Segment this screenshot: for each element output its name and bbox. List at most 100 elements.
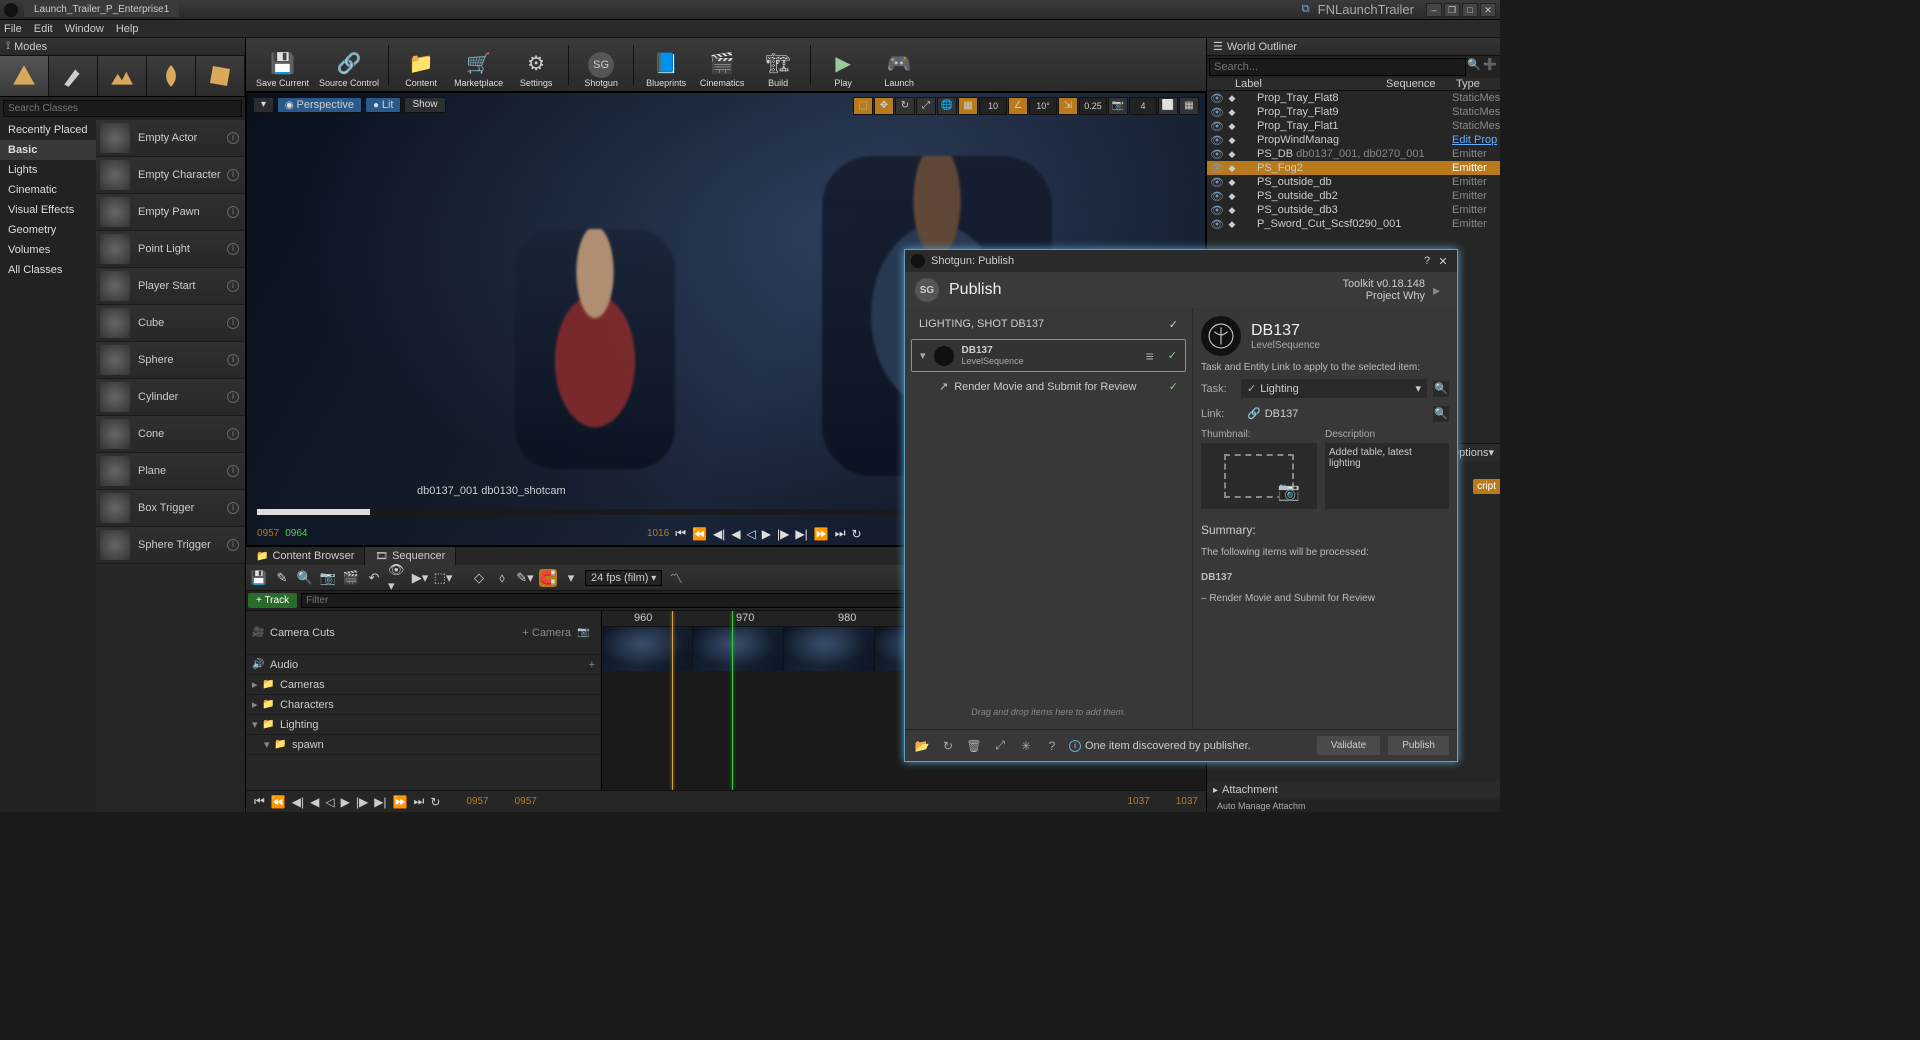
reverse-icon[interactable]: ◁ [747,527,756,541]
angle-snap-icon[interactable]: ∠ [1008,97,1028,115]
pin-icon[interactable]: ⟟ [6,40,10,53]
fps-dropdown[interactable]: 24 fps (film) ▾ [585,570,662,586]
save-sequence-icon[interactable]: 💾 [250,569,268,587]
geometry-mode-tab[interactable] [196,56,245,96]
prev-key-icon[interactable]: ◀| [713,527,725,541]
place-item[interactable]: Spherei [96,342,245,379]
place-item[interactable]: Empty Characteri [96,157,245,194]
add-icon[interactable]: + [589,659,595,671]
lit-dropdown[interactable]: ● Lit [365,97,401,113]
foliage-mode-tab[interactable] [147,56,196,96]
goto-end-icon[interactable]: ⏭ [414,794,425,809]
outliner-row[interactable]: 👁 ◆ PS_outside_db2 Emitter [1207,189,1500,203]
cat-basic[interactable]: Basic [0,140,96,160]
menu-help[interactable]: Help [116,23,139,35]
place-item[interactable]: Cubei [96,305,245,342]
viewport-menu[interactable]: ▾ [253,97,274,113]
place-item[interactable]: Box Triggeri [96,490,245,527]
step-fwd-icon[interactable]: ⏩ [814,527,829,541]
visibility-icon[interactable]: 👁 [1209,162,1225,175]
key-all-icon[interactable]: ◇ [470,569,488,587]
info-icon[interactable]: i [227,391,239,403]
snap-options-icon[interactable]: ▾ [562,569,580,587]
next-frame-icon[interactable]: |▶ [356,795,368,809]
marketplace-button[interactable]: 🛒Marketplace [450,40,507,90]
track-folder-lighting[interactable]: ▾📁Lighting [246,715,601,735]
cat-all-classes[interactable]: All Classes [0,260,96,280]
validate-button[interactable]: Validate [1317,736,1380,755]
drop-zone[interactable]: Drag and drop items here to add them. [911,701,1186,723]
close-button[interactable]: ✕ [1435,255,1451,268]
scale-size[interactable]: 0.25 [1079,97,1107,115]
viewport-layout-icon[interactable]: ▦ [1179,97,1199,115]
goto-start-icon[interactable]: ⏮ [675,526,686,541]
tab-content-browser[interactable]: 📁 Content Browser [246,547,365,565]
cinematics-button[interactable]: 🎬Cinematics [695,40,749,90]
level-tab[interactable]: Launch_Trailer_P_Enterprise1 [24,2,179,17]
outliner-row[interactable]: 👁 ◆ Prop_Tray_Flat1 StaticMesh [1207,119,1500,133]
place-item[interactable]: Point Lighti [96,231,245,268]
info-icon[interactable]: i [227,206,239,218]
col-sequence[interactable]: Sequence [1386,78,1456,90]
visibility-icon[interactable]: 👁 [1209,134,1225,147]
search-icon[interactable]: 🔍 [1433,381,1449,397]
place-item[interactable]: Planei [96,453,245,490]
reverse-icon[interactable]: ◁ [325,795,334,809]
next-key-icon[interactable]: ▶| [374,795,386,809]
track-audio[interactable]: 🔊Audio+ [246,655,601,675]
track-folder-spawn[interactable]: ▾📁spawn [246,735,601,755]
link-field[interactable]: 🔗DB137 [1241,404,1427,423]
outliner-row[interactable]: 👁 ◆ PS_outside_db Emitter [1207,175,1500,189]
place-item[interactable]: Cylinderi [96,379,245,416]
browse-icon[interactable]: 📂 [913,737,931,755]
info-icon[interactable]: i [227,317,239,329]
add-camera-button[interactable]: + Camera [522,627,571,639]
next-key-icon[interactable]: ▶| [795,527,807,541]
place-item[interactable]: Empty Actori [96,120,245,157]
visibility-icon[interactable]: 👁 [1209,92,1225,105]
search-icon[interactable]: 🔍 [1466,58,1482,76]
info-icon[interactable]: i [227,280,239,292]
find-in-cb-icon[interactable]: ✎ [273,569,291,587]
view-options-icon[interactable]: 👁▾ [388,569,406,587]
search-icon[interactable]: 🔍 [296,569,314,587]
menu-edit[interactable]: Edit [34,23,53,35]
step-back-icon[interactable]: ⏪ [692,527,707,541]
delete-icon[interactable]: 🗑 [965,737,983,755]
perspective-dropdown[interactable]: ◉ Perspective [277,97,362,113]
track-folder-characters[interactable]: ▸📁Characters [246,695,601,715]
visibility-icon[interactable]: 👁 [1209,106,1225,119]
expand-icon[interactable]: ▾ [920,349,926,362]
render-movie-icon[interactable]: 📷 [319,569,337,587]
scale-snap-icon[interactable]: ⇲ [1058,97,1078,115]
camera-speed[interactable]: 4 [1129,97,1157,115]
info-icon[interactable]: i [227,169,239,181]
refresh-icon[interactable]: ↻ [939,737,957,755]
close-button[interactable]: ✕ [1480,3,1496,17]
settings-button[interactable]: ⚙Settings [509,40,563,90]
place-item[interactable]: Empty Pawni [96,194,245,231]
loop-icon[interactable]: ↻ [430,795,440,809]
menu-window[interactable]: Window [65,23,104,35]
undo-icon[interactable]: ↶ [365,569,383,587]
publish-item[interactable]: ▾ DB137 LevelSequence ≡ ✓ [911,339,1186,372]
scale-mode-icon[interactable]: ⤢ [916,97,936,115]
outliner-row[interactable]: 👁 ◆ PropWindManag Edit Prop [1207,133,1500,147]
tab-sequencer[interactable]: 🎞 Sequencer [365,547,456,565]
playback-options-icon[interactable]: ▶▾ [411,569,429,587]
track-camera-cuts[interactable]: 🎥 Camera Cuts + Camera 📷 [246,611,601,655]
publish-subitem[interactable]: ↗ Render Movie and Submit for Review ✓ [911,376,1186,397]
thumbnail-dropzone[interactable]: 📷 [1201,443,1317,509]
restore-button[interactable]: ❐ [1444,3,1460,17]
camera-speed-icon[interactable]: 📷 [1108,97,1128,115]
outliner-row[interactable]: 👁 ◆ PS_DB db0137_001, db0270_001 Emitter [1207,147,1500,161]
next-frame-icon[interactable]: |▶ [777,527,789,541]
search-icon[interactable]: 🔍 [1433,406,1449,422]
grid-size[interactable]: 10 [979,97,1007,115]
place-item[interactable]: Sphere Triggeri [96,527,245,564]
next-icon[interactable]: ▸ [1433,282,1447,299]
shotgun-button[interactable]: SGShotgun [574,40,628,90]
source-control-button[interactable]: 🔗Source Control [315,40,383,90]
cat-visual-effects[interactable]: Visual Effects [0,200,96,220]
blueprints-button[interactable]: 📘Blueprints [639,40,693,90]
